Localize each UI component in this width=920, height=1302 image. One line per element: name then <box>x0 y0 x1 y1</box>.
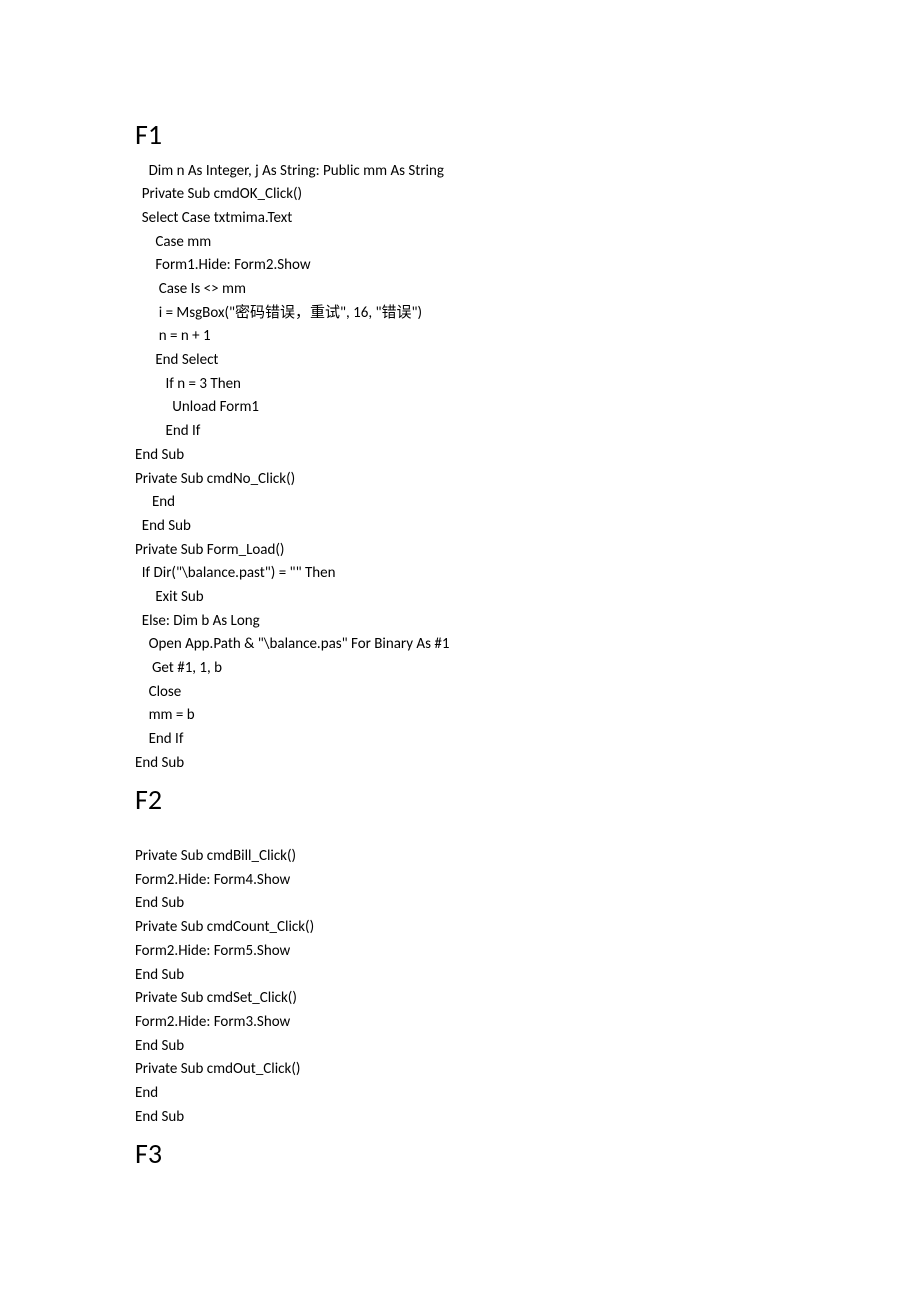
code-line: Private Sub cmdOut_Click() <box>135 1058 785 1082</box>
code-line: End Sub <box>135 515 785 539</box>
code-line: End Sub <box>135 1035 785 1059</box>
code-line: If n = 3 Then <box>135 373 785 397</box>
code-line: i = MsgBox("密码错误，重试", 16, "错误") <box>135 302 785 326</box>
code-line: Form2.Hide: Form3.Show <box>135 1011 785 1035</box>
code-line: End Sub <box>135 752 785 776</box>
code-line: Case Is <> mm <box>135 278 785 302</box>
code-line: Close <box>135 681 785 705</box>
code-line: Private Sub cmdBill_Click() <box>135 845 785 869</box>
heading-f3: F3 <box>135 1137 785 1171</box>
code-line: Private Sub Form_Load() <box>135 539 785 563</box>
code-line: Exit Sub <box>135 586 785 610</box>
code-line: End Sub <box>135 1106 785 1130</box>
code-line: Open App.Path & "\balance.pas" For Binar… <box>135 633 785 657</box>
code-line: End <box>135 491 785 515</box>
section-f3: F3 <box>135 1137 785 1171</box>
code-line: End Sub <box>135 964 785 988</box>
section-f2: F2 Private Sub cmdBill_Click() Form2.Hid… <box>135 783 785 1129</box>
heading-f2: F2 <box>135 783 785 817</box>
code-line: Unload Form1 <box>135 396 785 420</box>
code-line: Private Sub cmdCount_Click() <box>135 916 785 940</box>
code-line: Else: Dim b As Long <box>135 610 785 634</box>
code-line: Form2.Hide: Form5.Show <box>135 940 785 964</box>
code-line: Form1.Hide: Form2.Show <box>135 254 785 278</box>
code-line: Get #1, 1, b <box>135 657 785 681</box>
code-line: n = n + 1 <box>135 325 785 349</box>
code-line: Private Sub cmdSet_Click() <box>135 987 785 1011</box>
code-line: Dim n As Integer, j As String: Public mm… <box>135 160 785 184</box>
code-line: End Sub <box>135 444 785 468</box>
code-line: End Select <box>135 349 785 373</box>
code-line: Private Sub cmdOK_Click() <box>135 183 785 207</box>
code-line: Select Case txtmima.Text <box>135 207 785 231</box>
code-line: Form2.Hide: Form4.Show <box>135 869 785 893</box>
code-line: If Dir("\balance.past") = "" Then <box>135 562 785 586</box>
code-line: Case mm <box>135 231 785 255</box>
section-f1: F1 Dim n As Integer, j As String: Public… <box>135 118 785 775</box>
code-line: End Sub <box>135 892 785 916</box>
code-line: End If <box>135 420 785 444</box>
heading-f1: F1 <box>135 118 785 152</box>
code-line: Private Sub cmdNo_Click() <box>135 468 785 492</box>
code-line: End If <box>135 728 785 752</box>
code-line: mm = b <box>135 704 785 728</box>
code-line: End <box>135 1082 785 1106</box>
